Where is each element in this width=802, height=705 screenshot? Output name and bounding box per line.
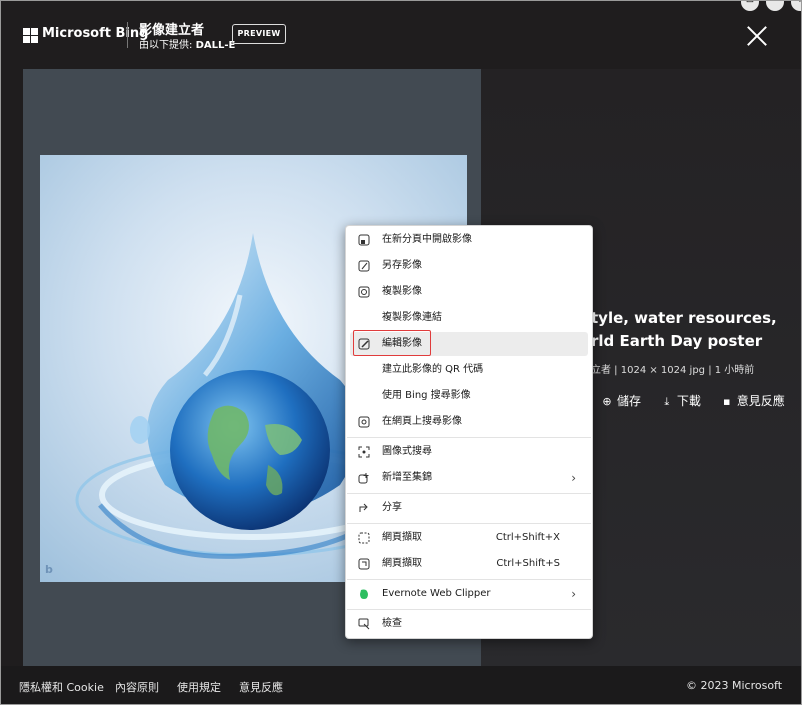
menu-item-search-web-image[interactable]: 在網頁上搜尋影像 <box>350 410 588 434</box>
web-select-icon <box>358 558 370 570</box>
download-button[interactable]: ⤓ 下載 <box>661 392 700 409</box>
save-button[interactable]: ⊕ 儲存 <box>601 392 641 409</box>
image-actions: ⊕ 儲存 ⤓ 下載 ▪ 意見反應 <box>601 392 801 409</box>
menu-item-evernote[interactable]: Evernote Web Clipper › <box>350 582 588 606</box>
brand-name[interactable]: Microsoft Bing <box>42 26 148 41</box>
bing-watermark: b <box>45 563 53 576</box>
menu-item-web-capture[interactable]: 網頁擷取 Ctrl+Shift+X <box>350 526 588 550</box>
open-new-tab-icon <box>358 234 370 246</box>
image-prompt-title: tyle, water resources, rld Earth Day pos… <box>591 309 777 350</box>
microsoft-logo-icon <box>23 28 38 43</box>
menu-item-web-select[interactable]: 網頁擷取 Ctrl+Shift+S <box>350 552 588 576</box>
header-divider <box>127 22 128 48</box>
search-web-image-icon <box>358 416 370 428</box>
menu-item-save-image[interactable]: 另存影像 <box>350 254 588 278</box>
menu-divider <box>347 523 591 524</box>
menu-item-create-qr[interactable]: 建立此影像的 QR 代碼 <box>350 358 588 382</box>
edit-image-icon <box>358 338 370 350</box>
menu-divider <box>347 493 591 494</box>
menu-item-visual-search[interactable]: 圖像式搜尋 <box>350 440 588 464</box>
footer-link-privacy[interactable]: 隱私權和 Cookie <box>19 679 104 695</box>
menu-item-edit-image[interactable]: 編輯影像 <box>350 330 588 356</box>
copy-image-icon <box>358 286 370 298</box>
split-view-icon[interactable]: ⊞ <box>741 1 759 11</box>
menu-item-open-new-tab[interactable]: 在新分頁中開啟影像 <box>350 228 588 252</box>
powered-by-text: 由以下提供: DALL-E <box>139 40 236 51</box>
close-icon[interactable] <box>743 23 771 51</box>
menu-item-copy-image-link[interactable]: 複製影像連結 <box>350 306 588 330</box>
evernote-icon <box>358 588 370 600</box>
feedback-icon: ▪ <box>722 395 731 408</box>
menu-divider <box>347 579 591 580</box>
web-capture-icon <box>358 532 370 544</box>
add-icon[interactable]: + <box>791 1 801 11</box>
chevron-right-icon: › <box>571 587 576 601</box>
image-creator-viewer: Microsoft Bing 影像建立者 由以下提供: DALL-E PREVI… <box>0 0 802 705</box>
dalle-brand: DALL-E <box>195 40 236 51</box>
visual-search-icon <box>358 446 370 458</box>
chevron-right-icon: › <box>571 471 576 485</box>
menu-item-inspect[interactable]: 檢查 <box>350 612 588 636</box>
menu-divider <box>347 609 591 610</box>
menu-item-bing-image-search[interactable]: 使用 Bing 搜尋影像 <box>350 384 588 408</box>
inspect-icon <box>358 618 370 630</box>
share-icon <box>358 502 370 514</box>
copyright: © 2023 Microsoft <box>686 679 783 692</box>
collection-icon: ⊕ <box>602 395 612 408</box>
menu-divider <box>347 437 591 438</box>
context-menu: 在新分頁中開啟影像 另存影像 複製影像 複製影像連結 編輯影像 建立此影像的 Q… <box>345 225 593 639</box>
add-collection-icon <box>358 472 370 484</box>
feedback-button[interactable]: ▪ 意見反應 <box>721 392 785 409</box>
preview-badge: PREVIEW <box>232 24 286 44</box>
download-icon: ⤓ <box>664 395 670 408</box>
more-options-icon[interactable]: ··· <box>766 1 784 11</box>
save-image-icon <box>358 260 370 272</box>
footer-link-content-policy[interactable]: 內容原則 <box>115 679 159 695</box>
menu-item-add-to-collection[interactable]: 新增至集錦 › <box>350 466 588 490</box>
footer-link-terms[interactable]: 使用規定 <box>177 679 221 695</box>
header: Microsoft Bing 影像建立者 由以下提供: DALL-E PREVI… <box>1 1 801 67</box>
image-meta: 立者 | 1024 × 1024 jpg | 1 小時前 <box>591 365 755 376</box>
footer-link-feedback[interactable]: 意見反應 <box>239 679 283 695</box>
menu-item-copy-image[interactable]: 複製影像 <box>350 280 588 304</box>
menu-item-share[interactable]: 分享 <box>350 496 588 520</box>
footer: 隱私權和 Cookie 內容原則 使用規定 意見反應 © 2023 Micros… <box>1 666 801 704</box>
